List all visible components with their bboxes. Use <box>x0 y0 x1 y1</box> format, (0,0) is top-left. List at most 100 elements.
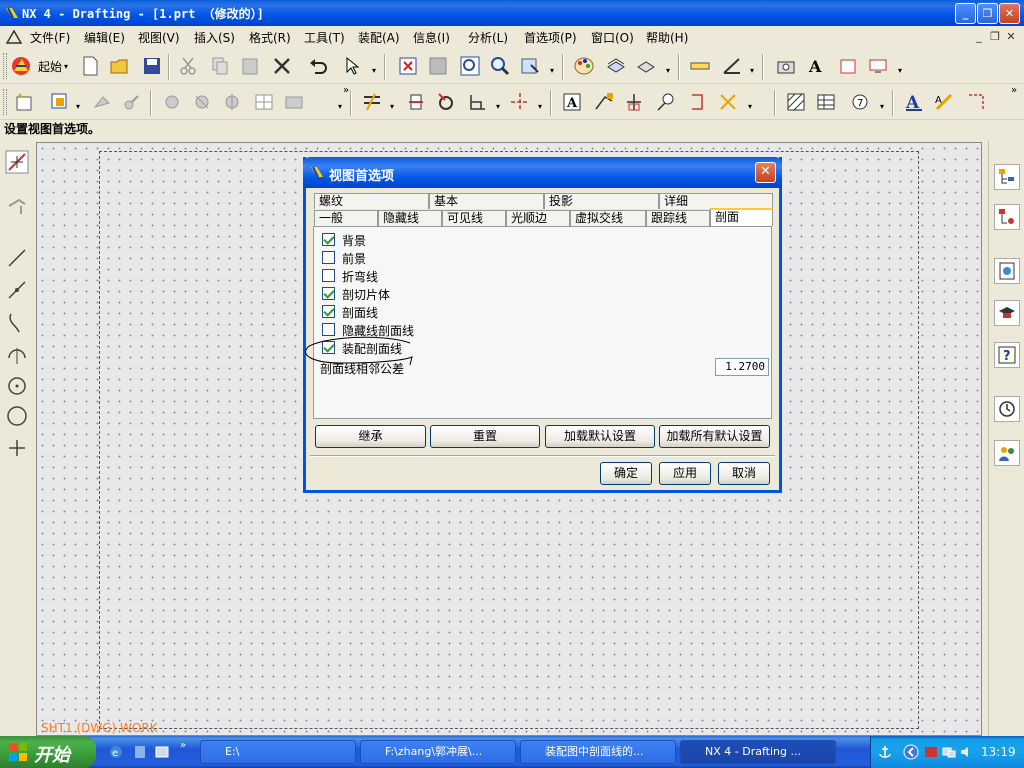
reset-button[interactable]: 重置 <box>430 425 540 448</box>
paste-icon[interactable] <box>238 54 262 78</box>
cut-icon[interactable] <box>176 54 200 78</box>
taskbar-clock[interactable]: 13:19 <box>981 745 1016 759</box>
view-layout-icon[interactable] <box>252 90 276 114</box>
tab-detail[interactable]: 详细 <box>659 193 773 209</box>
dropdown-arrow[interactable]: ▾ <box>390 102 396 112</box>
save-icon[interactable] <box>140 54 164 78</box>
circle-icon[interactable] <box>5 404 29 428</box>
pan-icon[interactable] <box>518 54 542 78</box>
snap-point-icon[interactable] <box>5 194 29 218</box>
internet-explorer-icon[interactable]: e <box>108 744 124 760</box>
half-section-icon[interactable] <box>190 90 214 114</box>
training-icon[interactable] <box>994 300 1020 326</box>
dropdown-arrow[interactable]: ▾ <box>538 102 544 112</box>
datum-feature-icon[interactable] <box>622 90 646 114</box>
mdi-minimize-button[interactable]: _ <box>972 30 986 44</box>
section-view-icon[interactable] <box>160 90 184 114</box>
centerline-icon[interactable] <box>508 90 532 114</box>
line-icon[interactable] <box>5 246 29 270</box>
delete-icon[interactable] <box>270 54 294 78</box>
measure-angle-icon[interactable] <box>720 54 744 78</box>
toolbar-handle[interactable] <box>3 53 7 79</box>
menu-information[interactable]: 信息(I) <box>413 29 450 46</box>
show-desktop-icon[interactable] <box>154 744 170 760</box>
selection-filter-icon[interactable] <box>342 54 366 78</box>
toolbar-handle[interactable] <box>3 89 7 115</box>
maximize-button[interactable]: ❐ <box>977 3 998 24</box>
load-defaults-button[interactable]: 加载默认设置 <box>545 425 655 448</box>
cancel-button[interactable]: 取消 <box>718 462 770 485</box>
text-style-icon[interactable]: A <box>804 54 828 78</box>
history-icon[interactable] <box>994 396 1020 422</box>
background-checkbox[interactable] <box>322 233 335 246</box>
layer-settings-icon[interactable] <box>604 54 628 78</box>
menu-help[interactable]: 帮助(H) <box>646 29 688 46</box>
tab-basic[interactable]: 基本 <box>429 193 544 209</box>
base-view-icon[interactable] <box>48 90 72 114</box>
menu-tools[interactable]: 工具(T) <box>304 29 345 46</box>
update-view-icon[interactable] <box>434 90 458 114</box>
taskbar-item-folder[interactable]: F:\zhang\郭冲展\... <box>360 740 516 764</box>
dropdown-arrow[interactable]: ▾ <box>338 102 344 112</box>
windows-start-button[interactable]: 开始 <box>0 736 96 768</box>
mdi-close-button[interactable]: ✕ <box>1004 30 1018 44</box>
tab-visible-lines[interactable]: 可见线 <box>442 210 506 226</box>
toolbar-overflow-icon[interactable]: » <box>334 84 358 96</box>
fit-view-icon[interactable] <box>396 54 420 78</box>
palette-icon[interactable] <box>572 54 596 78</box>
sheet-bodies-checkbox[interactable] <box>322 287 335 300</box>
tab-projection[interactable]: 投影 <box>544 193 659 209</box>
web-browser-icon[interactable] <box>994 258 1020 284</box>
bend-lines-checkbox[interactable] <box>322 269 335 282</box>
copy-icon[interactable] <box>208 54 232 78</box>
line-point-icon[interactable] <box>5 278 29 302</box>
tab-hidden-lines[interactable]: 隐藏线 <box>378 210 442 226</box>
taskbar-item-drive-e[interactable]: E:\ <box>200 740 356 764</box>
menu-view[interactable]: 视图(V) <box>138 29 180 46</box>
toolbar-overflow-icon[interactable]: » <box>1002 84 1024 96</box>
menu-insert[interactable]: 插入(S) <box>194 29 235 46</box>
annotation-text-icon[interactable]: A <box>560 90 584 114</box>
zoom-icon[interactable] <box>458 54 482 78</box>
security-tray-icon[interactable] <box>923 744 939 760</box>
dropdown-arrow[interactable]: ▾ <box>550 66 556 76</box>
table-icon[interactable] <box>814 90 838 114</box>
start-button[interactable]: 起始 ▾ <box>10 54 74 78</box>
foreground-checkbox[interactable] <box>322 251 335 264</box>
load-all-defaults-button[interactable]: 加载所有默认设置 <box>659 425 770 448</box>
projected-view-icon[interactable] <box>90 90 114 114</box>
camera-icon[interactable] <box>774 54 798 78</box>
menu-analysis[interactable]: 分析(L) <box>468 29 508 46</box>
zoom-area-icon[interactable] <box>426 54 450 78</box>
dropdown-arrow[interactable]: ▾ <box>666 66 672 76</box>
volume-tray-icon[interactable] <box>959 744 975 760</box>
anchor-tray-icon[interactable] <box>877 744 893 760</box>
edit-style-icon[interactable] <box>360 90 384 114</box>
break-view-icon[interactable] <box>282 90 306 114</box>
taskbar-item-nx[interactable]: NX 4 - Drafting ... <box>680 740 836 764</box>
tab-general[interactable]: 一般 <box>314 210 378 226</box>
id-symbol-icon[interactable] <box>654 90 678 114</box>
nx-menu-icon[interactable] <box>5 29 23 45</box>
apply-button[interactable]: 应用 <box>659 462 711 485</box>
menu-edit[interactable]: 编辑(E) <box>84 29 125 46</box>
dropdown-arrow[interactable]: ▾ <box>372 66 378 76</box>
annotation-preferences-icon[interactable]: A <box>902 90 926 114</box>
media-player-icon[interactable] <box>132 744 148 760</box>
ok-button[interactable]: 确定 <box>600 462 652 485</box>
window-title-bar[interactable]: NX 4 - Drafting - [1.prt （修改的）] _ ❐ ✕ <box>0 0 1024 26</box>
revolved-section-icon[interactable] <box>220 90 244 114</box>
view-boundary-icon[interactable] <box>466 90 490 114</box>
annotation-edit-icon[interactable]: A <box>932 90 956 114</box>
zoom-in-icon[interactable] <box>488 54 512 78</box>
tab-thread[interactable]: 螺纹 <box>314 193 429 209</box>
display-icon[interactable] <box>866 54 890 78</box>
tab-smooth-edges[interactable]: 光顺边 <box>506 210 570 226</box>
dropdown-arrow[interactable]: ▾ <box>496 102 502 112</box>
leader-note-icon[interactable] <box>592 90 616 114</box>
dropdown-arrow[interactable]: ▾ <box>880 102 886 112</box>
inherit-button[interactable]: 继承 <box>315 425 426 448</box>
dropdown-arrow[interactable]: ▾ <box>750 66 756 76</box>
arc-center-icon[interactable] <box>5 342 29 366</box>
undo-icon[interactable] <box>306 54 330 78</box>
